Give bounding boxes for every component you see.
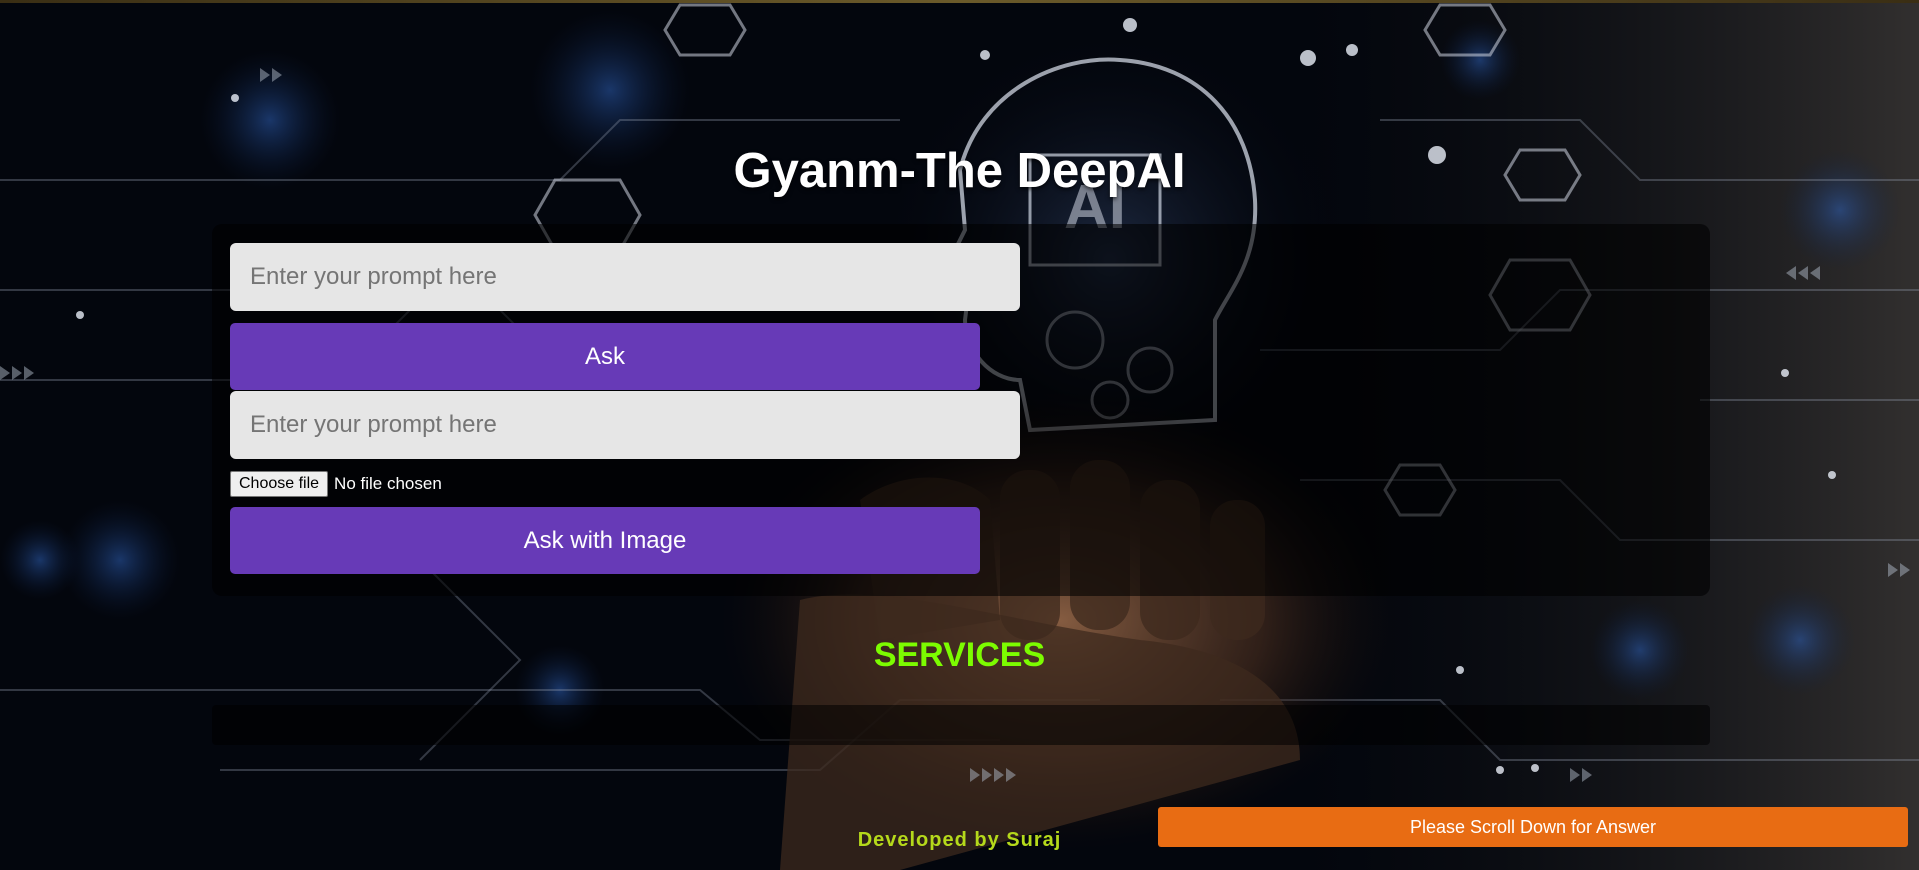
file-status-text: No file chosen: [334, 474, 442, 493]
services-heading: SERVICES: [873, 636, 1046, 674]
top-accent-bar: [0, 0, 1919, 3]
choose-file-button[interactable]: Choose file: [230, 471, 329, 497]
page: AI Gyanm-The DeepAI Enter your prompt he…: [0, 0, 1919, 870]
prompt-input[interactable]: [230, 243, 1020, 311]
page-title: Gyanm-The DeepAI: [733, 144, 1186, 198]
file-picker: Choose file No file chosen: [230, 471, 442, 497]
ask-with-image-button[interactable]: Ask with Image: [230, 507, 980, 574]
services-container: [212, 705, 1710, 745]
scroll-down-hint-button[interactable]: Please Scroll Down for Answer: [1158, 807, 1908, 847]
ask-button[interactable]: Ask: [230, 323, 980, 390]
image-prompt-input[interactable]: [230, 391, 1020, 459]
